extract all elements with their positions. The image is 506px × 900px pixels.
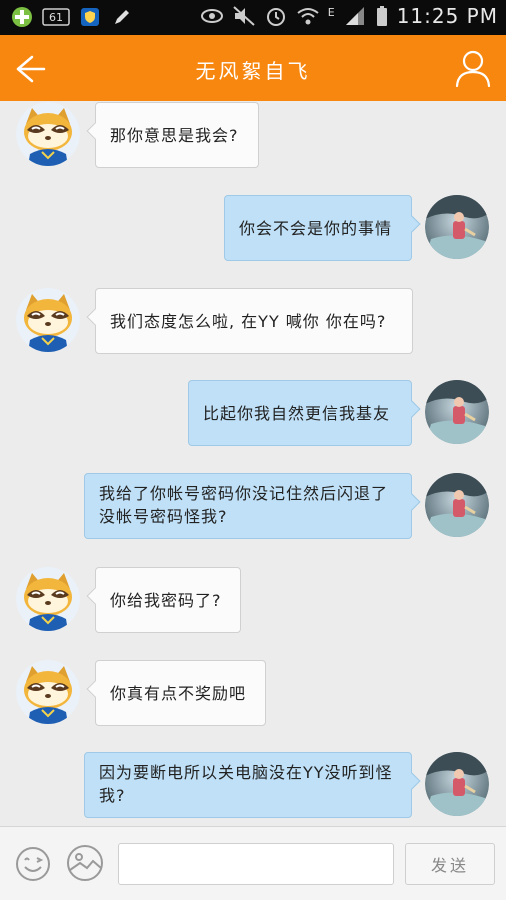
user-photo-avatar[interactable] — [425, 473, 489, 537]
profile-button[interactable] — [454, 48, 492, 88]
status-bar: 61 E 11:25 PM — [0, 0, 506, 35]
message-text: 比起你我自然更信我基友 — [203, 404, 391, 423]
title-bar: 无风絮自飞 — [0, 35, 506, 101]
bubble-tail — [86, 122, 104, 140]
message-text: 你真有点不奖励吧 — [110, 684, 247, 703]
alarm-icon — [264, 4, 288, 28]
message-bubble[interactable]: 你真有点不奖励吧 — [86, 660, 266, 726]
mute-icon — [232, 4, 256, 28]
message-text: 因为要断电所以关电脑没在YY没听到怪我? — [99, 763, 393, 805]
send-button[interactable]: 发送 — [405, 843, 495, 885]
raccoon-avatar[interactable] — [16, 102, 80, 166]
message-bubble[interactable]: 因为要断电所以关电脑没在YY没听到怪我? — [84, 752, 421, 818]
image-icon — [67, 845, 103, 881]
add-circle-icon — [10, 5, 34, 29]
pen-icon — [110, 5, 134, 29]
user-photo-avatar[interactable] — [425, 752, 489, 816]
message-text: 你会不会是你的事情 — [239, 219, 393, 238]
bubble-tail — [403, 215, 421, 233]
message-bubble[interactable]: 你给我密码了? — [86, 567, 241, 633]
message-bubble[interactable]: 你会不会是你的事情 — [224, 195, 421, 261]
raccoon-avatar[interactable] — [16, 660, 80, 724]
bubble-tail — [86, 308, 104, 326]
smiley-icon — [16, 847, 50, 881]
notification-61-icon: 61 — [42, 5, 70, 29]
bubble-tail — [403, 772, 421, 790]
user-photo-avatar[interactable] — [425, 195, 489, 259]
bubble-tail — [403, 493, 421, 511]
wifi-icon — [296, 4, 320, 28]
eye-icon — [200, 4, 224, 28]
raccoon-avatar[interactable] — [16, 567, 80, 631]
message-bubble[interactable]: 我给了你帐号密码你没记住然后闪退了没帐号密码怪我? — [84, 473, 421, 539]
message-bubble[interactable]: 我们态度怎么啦, 在YY 喊你 你在吗? — [86, 288, 413, 354]
bubble-tail — [86, 587, 104, 605]
shield-icon — [78, 5, 102, 29]
message-text: 我给了你帐号密码你没记住然后闪退了没帐号密码怪我? — [99, 484, 389, 526]
input-bar: 发送 — [0, 826, 506, 900]
raccoon-avatar[interactable] — [16, 288, 80, 352]
user-photo-avatar[interactable] — [425, 380, 489, 444]
message-text: 你给我密码了? — [110, 591, 222, 610]
emoji-button[interactable] — [14, 845, 52, 883]
bubble-tail — [403, 400, 421, 418]
person-icon — [455, 50, 491, 88]
image-button[interactable] — [65, 843, 105, 883]
bubble-tail — [86, 680, 104, 698]
message-text: 我们态度怎么啦, 在YY 喊你 你在吗? — [110, 312, 387, 331]
notification-badge: 61 — [49, 10, 63, 24]
conversation-title: 无风絮自飞 — [195, 59, 311, 83]
message-bubble[interactable]: 那你意思是我会? — [86, 102, 259, 168]
network-type-label: E — [327, 5, 335, 19]
message-bubble[interactable]: 比起你我自然更信我基友 — [188, 380, 421, 446]
signal-icon — [343, 4, 367, 28]
message-input[interactable] — [118, 843, 394, 885]
message-text: 那你意思是我会? — [110, 126, 239, 145]
clock: 11:25 PM — [396, 4, 498, 28]
battery-icon — [375, 4, 389, 28]
message-list[interactable]: 那你意思是我会? 你会不会是你的事情 我们态度怎么啦, 在YY 喊你 你在吗? — [0, 101, 506, 826]
